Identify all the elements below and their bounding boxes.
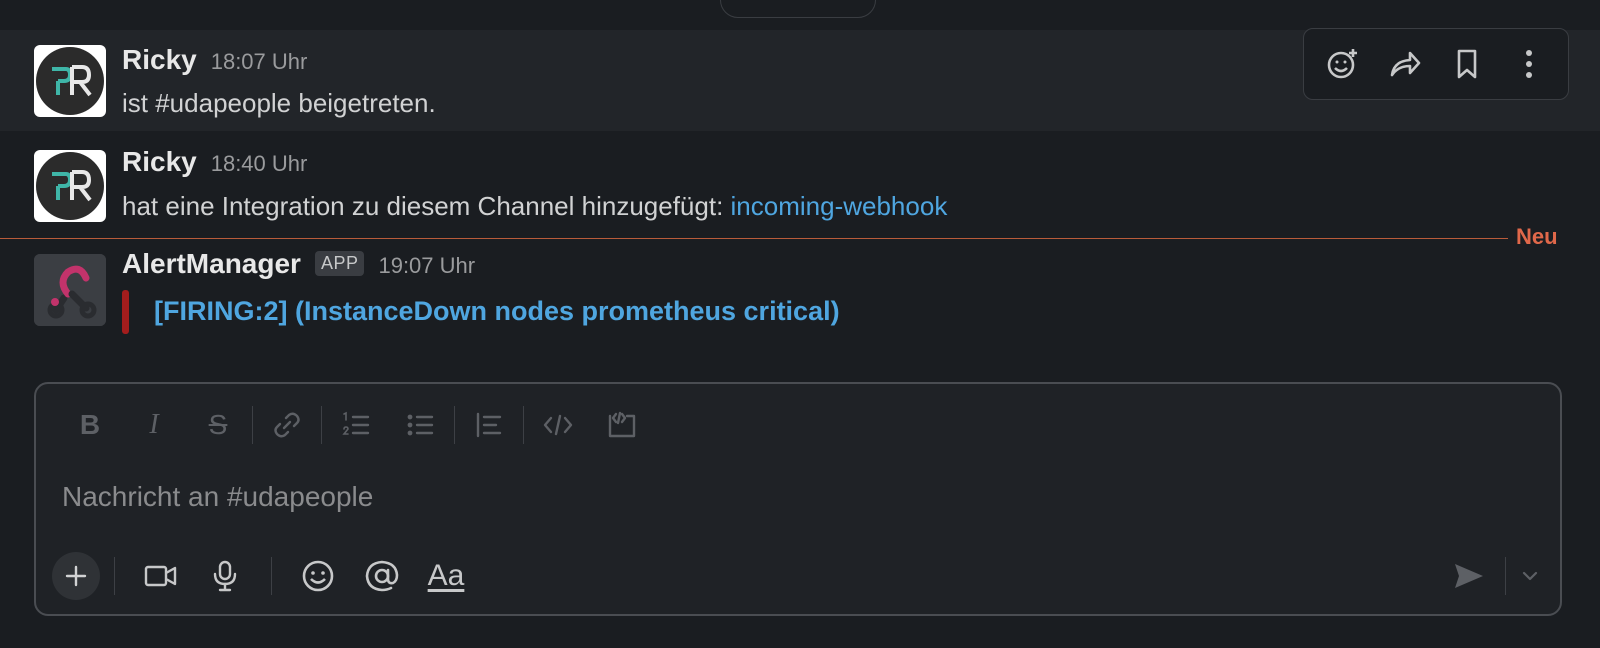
code-icon[interactable] bbox=[526, 402, 590, 448]
blockquote-icon[interactable] bbox=[457, 402, 521, 448]
message-actions-toolbar bbox=[1303, 28, 1569, 100]
author-name[interactable]: Ricky bbox=[122, 146, 197, 178]
formatting-label: Aa bbox=[427, 559, 465, 592]
plus-icon[interactable] bbox=[52, 552, 100, 600]
message-row[interactable]: AlertManager APP 19:07 Uhr bbox=[0, 240, 1600, 350]
app-badge: APP bbox=[314, 251, 365, 276]
more-vertical-icon[interactable] bbox=[1509, 44, 1549, 84]
message-composer: B I S Nachricht an #udapeople Aa bbox=[34, 382, 1562, 616]
bookmark-icon[interactable] bbox=[1447, 44, 1487, 84]
code-block-icon[interactable] bbox=[590, 402, 654, 448]
share-icon[interactable] bbox=[1385, 44, 1425, 84]
integration-link[interactable]: incoming-webhook bbox=[731, 191, 948, 221]
avatar[interactable] bbox=[34, 150, 106, 222]
message-input[interactable] bbox=[60, 480, 1464, 514]
message-text-body: hat eine Integration zu diesem Channel h… bbox=[122, 191, 731, 221]
send-icon[interactable] bbox=[1445, 552, 1493, 600]
send-controls bbox=[1445, 552, 1542, 600]
date-divider-pill[interactable] bbox=[720, 0, 876, 18]
message-text: hat eine Integration zu diesem Channel h… bbox=[122, 191, 947, 222]
timestamp[interactable]: 19:07 Uhr bbox=[378, 253, 475, 279]
formatting-toolbar: B I S bbox=[58, 402, 654, 448]
author-name[interactable]: AlertManager bbox=[122, 248, 301, 280]
avatar[interactable] bbox=[34, 45, 106, 117]
message-row[interactable]: Ricky 18:40 Uhr hat eine Integration zu … bbox=[0, 131, 1600, 235]
video-icon[interactable] bbox=[129, 552, 193, 600]
add-reaction-icon[interactable] bbox=[1323, 44, 1363, 84]
message-text: ist #udapeople beigetreten. bbox=[122, 88, 436, 118]
emoji-icon[interactable] bbox=[286, 552, 350, 600]
timestamp[interactable]: 18:07 Uhr bbox=[211, 49, 308, 75]
author-name[interactable]: Ricky bbox=[122, 44, 197, 76]
new-messages-divider bbox=[0, 238, 1508, 239]
bold-icon[interactable]: B bbox=[58, 402, 122, 448]
composer-actions: Aa bbox=[52, 552, 478, 600]
timestamp[interactable]: 18:40 Uhr bbox=[211, 151, 308, 177]
avatar[interactable] bbox=[34, 254, 106, 326]
ordered-list-icon[interactable] bbox=[324, 402, 388, 448]
microphone-icon[interactable] bbox=[193, 552, 257, 600]
strikethrough-icon[interactable]: S bbox=[186, 402, 250, 448]
mention-icon[interactable] bbox=[350, 552, 414, 600]
attachment-title-link[interactable]: [FIRING:2] (InstanceDown nodes prometheu… bbox=[154, 296, 840, 327]
chevron-down-icon[interactable] bbox=[1518, 552, 1542, 600]
italic-icon[interactable]: I bbox=[122, 402, 186, 448]
message-row[interactable]: Ricky 18:07 Uhr ist #udapeople beigetret… bbox=[0, 28, 1600, 131]
attachment-color-bar bbox=[122, 290, 129, 334]
bulleted-list-icon[interactable] bbox=[388, 402, 452, 448]
formatting-icon[interactable]: Aa bbox=[414, 552, 478, 600]
link-icon[interactable] bbox=[255, 402, 319, 448]
